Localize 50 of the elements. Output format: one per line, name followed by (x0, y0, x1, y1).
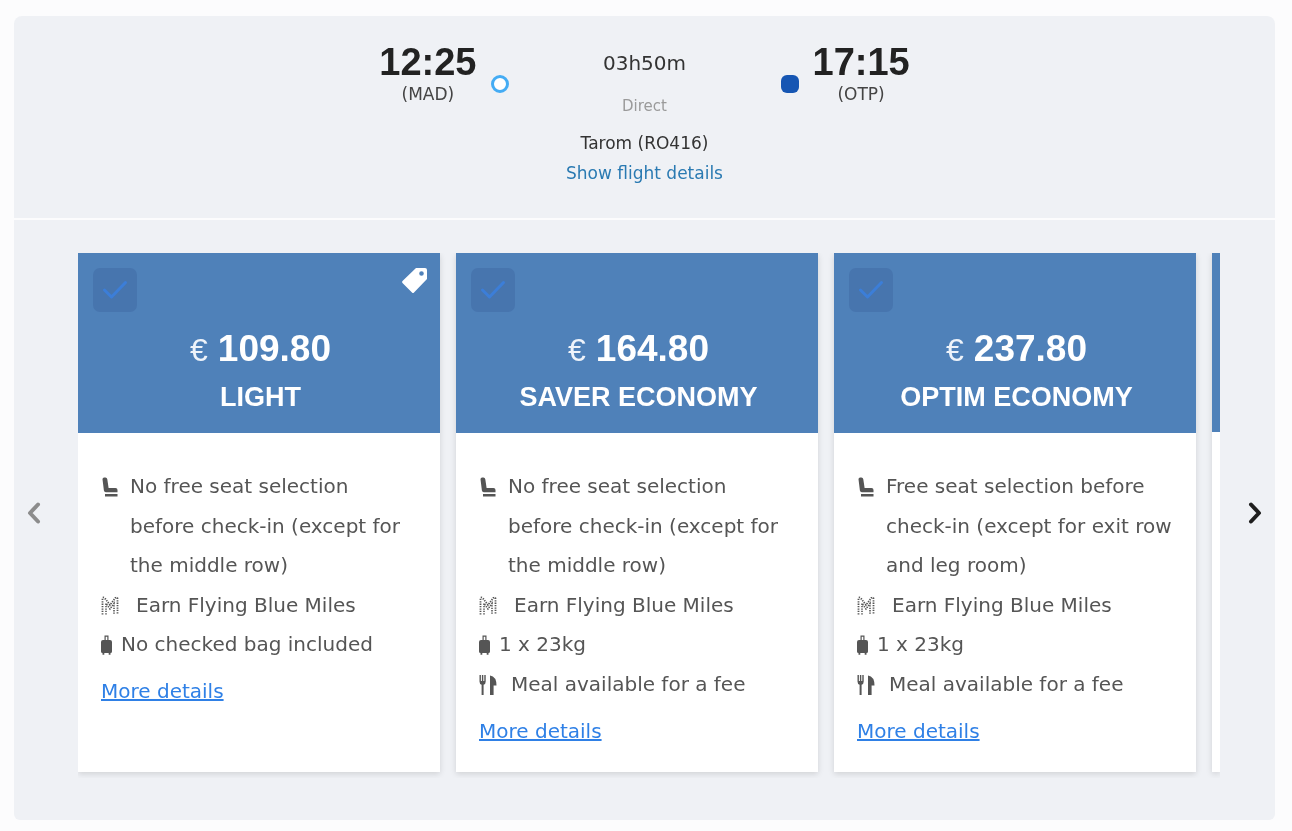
seat-icon (101, 477, 118, 497)
departure-airport: (MAD) (401, 83, 455, 105)
suitcase-icon (479, 635, 490, 656)
currency-symbol: € (190, 331, 208, 370)
carrier-flight-number: Tarom (RO416) (580, 132, 709, 155)
striped-m-icon (101, 595, 119, 615)
seat-icon (479, 477, 496, 497)
arrival-time: 17:15 (812, 41, 910, 83)
feature-text: Meal available for a fee (889, 670, 1125, 698)
striped-m-icon (857, 595, 875, 615)
more-details-link[interactable]: More details (857, 711, 980, 752)
feature-text: Earn Flying Blue Miles (892, 591, 1113, 619)
feature-text: No free seat selection before check-in (except for the middle row) (508, 473, 780, 580)
currency-symbol: € (568, 331, 586, 370)
more-details-link[interactable]: More details (479, 711, 602, 752)
feature-text: No checked bag included (121, 631, 374, 659)
fork-knife-icon (857, 674, 875, 695)
checkmark-icon (480, 280, 506, 300)
fare-name: SAVER ECONOMY (519, 381, 758, 414)
chevron-right-icon (1248, 501, 1262, 524)
fare-name: OPTIM ECONOMY (900, 381, 1133, 414)
chevron-left-icon (27, 501, 41, 524)
fare-checkbox[interactable] (849, 268, 893, 312)
feature-text: Meal available for a fee (511, 670, 747, 698)
feature-text: 1 x 23kg (877, 631, 965, 659)
stops-label: Direct (622, 96, 667, 116)
departure-time: 12:25 (379, 41, 477, 83)
fare-price: 164.80 (595, 327, 709, 371)
fare-price: 109.80 (217, 327, 331, 371)
checkmark-icon (858, 280, 884, 300)
show-flight-details-link[interactable]: Show flight details (566, 160, 723, 186)
fare-checkbox[interactable] (471, 268, 515, 312)
fork-knife-icon (479, 674, 497, 695)
striped-m-icon (479, 595, 497, 615)
more-details-link[interactable]: More details (101, 671, 224, 712)
feature-text: 1 x 23kg (499, 631, 587, 659)
suitcase-icon (857, 635, 868, 656)
feature-text: Earn Flying Blue Miles (514, 591, 735, 619)
feature-text: Free seat selection before check-in (except for exit row and leg room) (886, 473, 1173, 580)
feature-text: Earn Flying Blue Miles (136, 591, 357, 619)
fare-price: 237.80 (973, 327, 1087, 371)
arrival-airport: (OTP) (837, 83, 885, 105)
feature-text: No free seat selection before check-in (except for the middle row) (130, 473, 402, 580)
seat-icon (857, 477, 874, 497)
flight-duration: 03h50m (602, 52, 687, 75)
suitcase-icon (101, 635, 112, 656)
currency-symbol: € (946, 331, 964, 370)
fare-name: LIGHT (220, 381, 301, 414)
checkmark-icon (102, 280, 128, 300)
fare-checkbox[interactable] (93, 268, 137, 312)
